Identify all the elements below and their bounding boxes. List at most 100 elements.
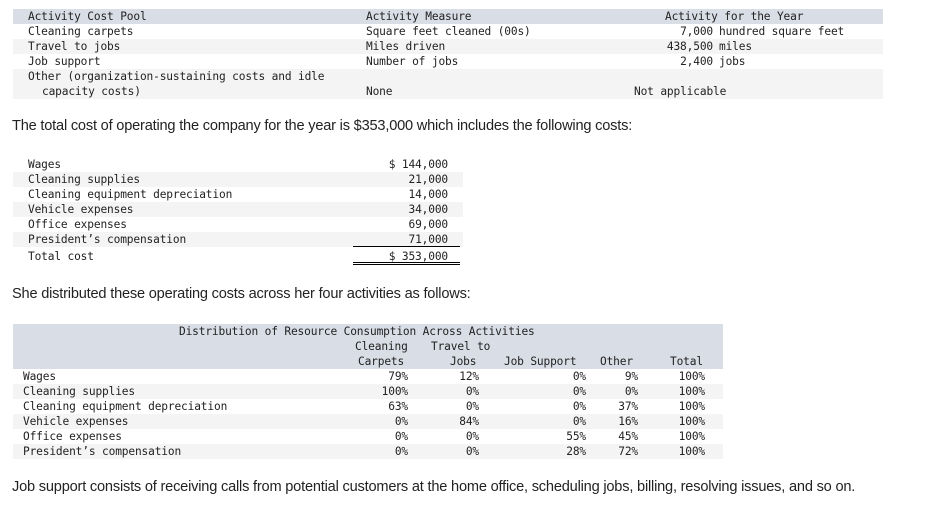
cost-table: Wages $ 144,000 Cleaning supplies 21,000… (13, 157, 463, 265)
cost-value: 14,000 (408, 188, 448, 201)
cost-label: Wages (28, 158, 61, 171)
cost-pool-cell: Travel to jobs (28, 40, 121, 53)
travel-pct: 0% (465, 430, 479, 443)
header-other: Other (600, 355, 633, 368)
table-row: Travel to jobs Miles driven 438,500 mile… (13, 39, 883, 54)
distribution-table-title: Distribution of Resource Consumption Acr… (179, 325, 535, 338)
cleaning-pct: 63% (388, 400, 408, 413)
total-label: Total cost (28, 250, 94, 263)
table-row: Cleaning equipment depreciation 63% 0% 0… (13, 399, 723, 414)
table-row: Cleaning carpets Square feet cleaned (00… (13, 24, 883, 39)
cleaning-pct: 0% (394, 430, 408, 443)
activity-amount-cell: 438,500 (666, 40, 713, 53)
table-row: Cleaning supplies 100% 0% 0% 0% 100% (13, 384, 723, 399)
total-value: $ 353,000 (353, 248, 460, 265)
header-activity-measure: Activity Measure (366, 10, 472, 23)
header-cleaning-line-2: Carpets (358, 355, 405, 368)
table-row: Wages 79% 12% 0% 9% 100% (13, 369, 723, 384)
activity-table: Activity Cost Pool Activity Measure Acti… (13, 9, 883, 99)
header-cleaning-line-1: Cleaning (355, 340, 408, 353)
activity-measure-cell: Number of jobs (366, 55, 459, 68)
table-row: Vehicle expenses 0% 84% 0% 16% 100% (13, 414, 723, 429)
cost-value: 69,000 (408, 218, 448, 231)
activity-not-applicable: Not applicable (634, 85, 727, 98)
cost-pool-cell: Cleaning carpets (28, 25, 134, 38)
activity-measure-cell: Miles driven (366, 40, 446, 53)
header-total: Total (670, 355, 703, 368)
other-pct: 9% (624, 370, 638, 383)
header-job-support: Job Support (504, 355, 577, 368)
table-row: Office expenses 69,000 (13, 217, 463, 232)
other-pct: 16% (618, 415, 638, 428)
cleaning-pct: 100% (381, 385, 408, 398)
other-pct: 72% (618, 445, 638, 458)
total-pct: 100% (678, 400, 705, 413)
cost-label: Cleaning equipment depreciation (28, 188, 233, 201)
activity-measure-cell: Square feet cleaned (00s) (366, 25, 531, 38)
travel-pct: 0% (465, 385, 479, 398)
table-row: Wages $ 144,000 (13, 157, 463, 172)
cost-label: Vehicle expenses (28, 203, 134, 216)
cost-value: $ 144,000 (388, 158, 448, 171)
table-row: Cleaning supplies 21,000 (13, 172, 463, 187)
cost-value: 71,000 (353, 232, 460, 247)
travel-pct: 84% (459, 415, 479, 428)
activity-amount-cell: 2,400 (680, 55, 713, 68)
travel-pct: 0% (465, 445, 479, 458)
activity-unit-cell: miles (719, 40, 752, 53)
cost-pool-cell: Other (organization-sustaining costs and… (13, 69, 355, 99)
job-support-pct: 0% (572, 385, 586, 398)
total-pct: 100% (678, 445, 705, 458)
job-support-note: Job support consists of receiving calls … (12, 479, 856, 495)
distribution-intro-text: She distributed these operating costs ac… (12, 286, 471, 302)
total-pct: 100% (678, 385, 705, 398)
travel-pct: 0% (465, 400, 479, 413)
header-activity-cost-pool: Activity Cost Pool (28, 10, 147, 23)
cost-label: Office expenses (28, 218, 127, 231)
header-travel-line-1: Travel to (431, 340, 491, 353)
resource-label: President’s compensation (23, 445, 182, 458)
cleaning-pct: 0% (394, 445, 408, 458)
job-support-pct: 0% (572, 370, 586, 383)
table-row: Vehicle expenses 34,000 (13, 202, 463, 217)
header-travel-line-2: Jobs (450, 355, 477, 368)
distribution-table: Distribution of Resource Consumption Acr… (13, 324, 723, 459)
resource-label: Cleaning supplies (23, 385, 135, 398)
cost-value: 34,000 (408, 203, 448, 216)
header-activity-for-year: Activity for the Year (665, 10, 804, 23)
resource-label: Office expenses (23, 430, 122, 443)
total-pct: 100% (678, 430, 705, 443)
cost-pool-line-2: capacity costs) (42, 85, 141, 98)
distribution-table-header: Distribution of Resource Consumption Acr… (13, 324, 723, 369)
table-row: Job support Number of jobs 2,400 jobs (13, 54, 883, 69)
job-support-pct: 0% (572, 415, 586, 428)
table-row: Cleaning equipment depreciation 14,000 (13, 187, 463, 202)
other-pct: 45% (618, 430, 638, 443)
total-pct: 100% (678, 415, 705, 428)
total-pct: 100% (678, 370, 705, 383)
travel-pct: 12% (459, 370, 479, 383)
table-row: Other (organization-sustaining costs and… (13, 69, 883, 99)
other-pct: 37% (618, 400, 638, 413)
table-row: Office expenses 0% 0% 55% 45% 100% (13, 429, 723, 444)
total-cost-intro-text: The total cost of operating the company … (12, 118, 633, 134)
cost-pool-line-1: Other (organization-sustaining costs and… (28, 70, 325, 83)
cost-value: 21,000 (408, 173, 448, 186)
job-support-pct: 55% (566, 430, 586, 443)
cost-label: President’s compensation (28, 233, 187, 246)
resource-label: Vehicle expenses (23, 415, 129, 428)
activity-amount-cell: 7,000 (680, 25, 713, 38)
activity-measure-value: None (366, 85, 393, 98)
activity-measure-cell: None (355, 69, 590, 99)
activity-table-header: Activity Cost Pool Activity Measure Acti… (13, 9, 883, 24)
cost-label: Cleaning supplies (28, 173, 140, 186)
job-support-pct: 28% (566, 445, 586, 458)
other-pct: 0% (624, 385, 638, 398)
activity-unit-cell: jobs (719, 55, 746, 68)
resource-label: Cleaning equipment depreciation (23, 400, 228, 413)
activity-unit-cell: hundred square feet (719, 25, 845, 38)
cleaning-pct: 79% (388, 370, 408, 383)
job-support-pct: 0% (572, 400, 586, 413)
table-row: President’s compensation 0% 0% 28% 72% 1… (13, 444, 723, 459)
total-row: Total cost $ 353,000 (13, 248, 463, 265)
